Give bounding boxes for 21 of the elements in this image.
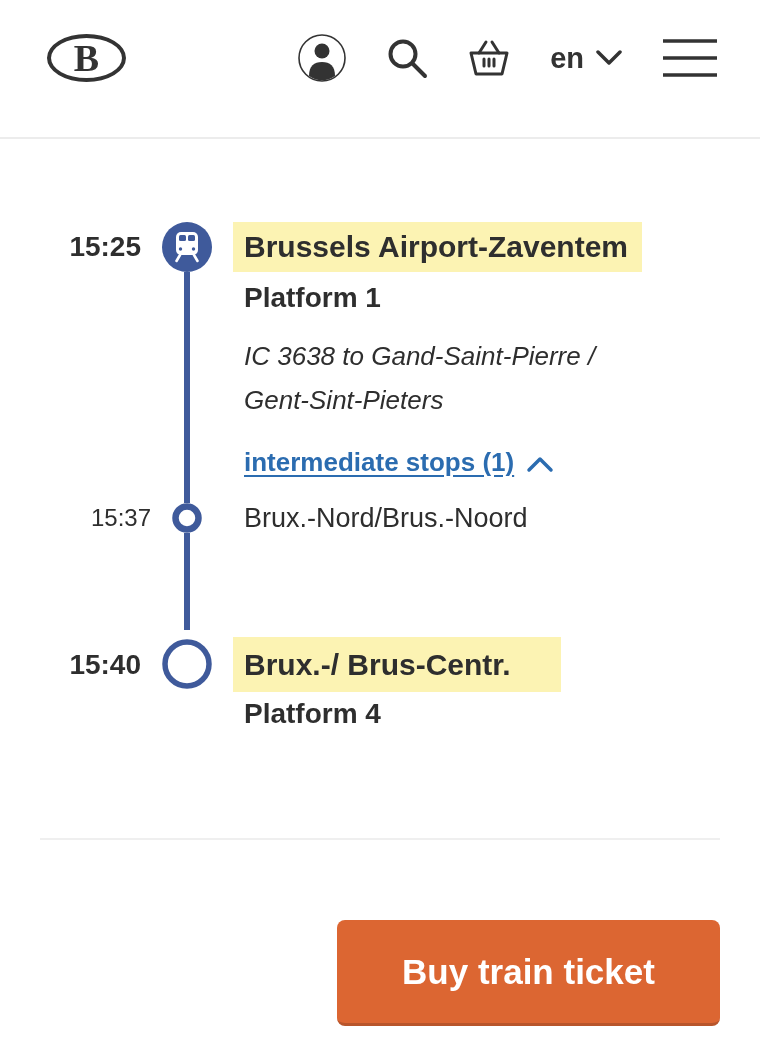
intermediate-stops-link[interactable]: intermediate stops (1): [233, 442, 720, 482]
platform-label: Platform 1: [243, 281, 382, 315]
brand-logo[interactable]: B: [47, 34, 126, 82]
stop-time: 15:37: [89, 503, 151, 533]
search-icon[interactable]: [386, 37, 429, 79]
user-icon[interactable]: [298, 34, 347, 82]
chevron-down-icon: [596, 50, 622, 66]
station-name: Brux.-Nord/Brus.-Noord: [243, 503, 529, 533]
basket-icon[interactable]: [468, 39, 511, 77]
platform-label: Platform 4: [243, 697, 382, 731]
train-icon: [162, 222, 212, 272]
arrival-time: 15:40: [68, 648, 141, 682]
stop-ring-icon: [172, 503, 202, 533]
station-name: Brux.-/ Brus-Centr.: [233, 637, 561, 692]
buy-ticket-button[interactable]: Buy train ticket: [337, 920, 720, 1026]
stop-ring-icon: [162, 639, 212, 689]
train-info: IC 3638 to Gand-Saint-Pierre / Gent-Sint-Pieters: [243, 340, 599, 417]
menu-icon[interactable]: [662, 39, 718, 77]
departure-time: 15:25: [68, 230, 141, 264]
station-name: Brussels Airport-Zaventem: [233, 222, 642, 272]
language-selector[interactable]: en: [550, 41, 622, 75]
